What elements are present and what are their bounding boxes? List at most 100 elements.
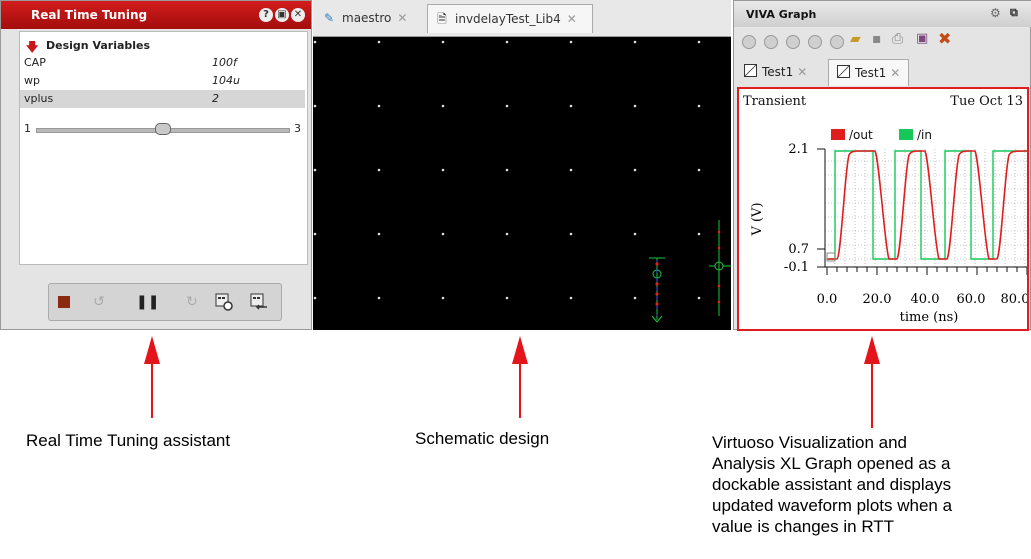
grid-dot (697, 40, 701, 44)
legend-in: /in (917, 128, 932, 142)
nav-icon[interactable] (742, 35, 756, 49)
schematic-window: ✎ maestro ✕ 🗎 invdelayTest_Lib4 ✕ (313, 0, 731, 330)
slider-handle[interactable] (155, 123, 171, 135)
grid-dot (697, 168, 701, 172)
xtick-label: 60.0 (957, 292, 986, 307)
help-icon[interactable]: ? (259, 8, 273, 22)
close-tab-icon[interactable]: ✕ (797, 65, 807, 79)
grid-dot (313, 104, 317, 108)
folder-icon[interactable]: ▰ (850, 31, 861, 47)
close-tab-icon[interactable]: ✕ (890, 66, 900, 80)
plot-title: Transient (743, 94, 807, 109)
schematic-grid (313, 40, 701, 300)
caption-viva: Virtuoso Visualization and Analysis XL G… (712, 433, 953, 536)
save-icon[interactable]: ▪ (872, 31, 882, 47)
grid-dot (441, 104, 445, 108)
plot-date: Tue Oct 13 (950, 94, 1023, 109)
xtick-label: 20.0 (863, 292, 892, 307)
rtt-title: Real Time Tuning (31, 8, 148, 22)
grid-dot (377, 232, 381, 236)
grid-dot (569, 168, 573, 172)
grid-dot (441, 40, 445, 44)
series-in-line (827, 150, 1027, 260)
grid-dot (441, 296, 445, 300)
grid-dot (569, 296, 573, 300)
grid-dot (377, 40, 381, 44)
float-icon[interactable]: ▣ (275, 8, 289, 22)
schematic-component (649, 220, 731, 323)
ytick-label: -0.1 (784, 260, 809, 275)
grid-dot (505, 296, 509, 300)
caption-schematic: Schematic design (415, 429, 550, 448)
variable-row-vplus[interactable]: vplus 2 (20, 90, 305, 108)
tab-maestro[interactable]: ✎ maestro ✕ (321, 4, 408, 32)
tab-test1[interactable]: Test1 ✕ (738, 59, 807, 85)
grid-dot (633, 104, 637, 108)
real-time-tuning-assistant: Real Time Tuning ? ▣ ✕ 🡇 Design Variable… (0, 0, 312, 330)
redo-icon[interactable]: ↻ (182, 292, 202, 312)
slider-min: 1 (24, 122, 31, 135)
grid-dot (505, 232, 509, 236)
grid-dot (505, 168, 509, 172)
grid-dot (633, 40, 637, 44)
variable-row-cap[interactable]: CAP 100f (20, 54, 305, 72)
variable-row-wp[interactable]: wp 104u (20, 72, 305, 90)
print-icon[interactable]: ⎙ (892, 31, 903, 47)
close-tab-icon[interactable]: ✕ (397, 11, 407, 25)
grid-dot (633, 296, 637, 300)
grid-dot (697, 232, 701, 236)
xtick-label: 0.0 (817, 292, 838, 307)
tab-test1-active[interactable]: Test1 ✕ (828, 59, 910, 86)
camera-icon[interactable]: ▣ (916, 31, 928, 46)
settings-icon[interactable]: ⚙ (990, 6, 1001, 20)
design-variables-list: 🡇 Design Variables CAP 100f wp 104u vplu… (19, 31, 308, 265)
grid-dot (441, 232, 445, 236)
pause-icon[interactable]: ❚❚ (136, 292, 159, 312)
close-tab-icon[interactable]: ✕ (567, 12, 577, 26)
delete-icon[interactable]: ✖ (938, 29, 951, 48)
grid-dot (697, 296, 701, 300)
float-icon[interactable]: ⧉ (1010, 6, 1018, 20)
grid-dot (441, 168, 445, 172)
legend-swatch-out (831, 129, 845, 140)
grid-dot (313, 296, 317, 300)
maestro-icon: ✎ (323, 11, 335, 25)
grid-dot (377, 296, 381, 300)
close-icon[interactable]: ✕ (291, 8, 305, 22)
series-out-line (827, 150, 1027, 260)
ytick-label: 0.7 (788, 242, 809, 257)
waveform-plot[interactable]: Transient Tue Oct 13 /out /in 2.1 0.7 -0… (737, 87, 1029, 331)
caption-rtt: Real Time Tuning assistant (26, 431, 231, 450)
plot-canvas[interactable]: Transient Tue Oct 13 /out /in 2.1 0.7 -0… (739, 89, 1027, 329)
undo-icon[interactable]: ↺ (89, 292, 109, 312)
nav-icon[interactable] (786, 35, 800, 49)
grid-dot (633, 232, 637, 236)
design-variables-header[interactable]: 🡇 Design Variables (20, 38, 305, 54)
grid-dot (313, 40, 317, 44)
nav-icon[interactable] (808, 35, 822, 49)
rtt-title-bar: Real Time Tuning ? ▣ ✕ (1, 1, 311, 29)
plot-gridlines (825, 149, 1027, 267)
vplus-slider[interactable]: 1 3 (24, 122, 304, 138)
legend-out: /out (849, 128, 873, 142)
tab-invdelaytest-lib4[interactable]: 🗎 invdelayTest_Lib4 ✕ (427, 4, 593, 33)
viva-title-bar: VIVA Graph ⚙ ⧉ (734, 1, 1031, 27)
graph-icon (837, 65, 850, 78)
restore-point-icon[interactable] (249, 292, 269, 312)
grid-dot (697, 104, 701, 108)
grid-dot (505, 40, 509, 44)
grid-dot (313, 168, 317, 172)
nav-icon[interactable] (764, 35, 778, 49)
x-axis-label: time (ns) (900, 310, 959, 325)
schematic-tab-bar: ✎ maestro ✕ 🗎 invdelayTest_Lib4 ✕ (313, 0, 731, 37)
slider-max: 3 (294, 122, 301, 135)
grid-dot (377, 104, 381, 108)
schematic-canvas[interactable] (313, 36, 731, 330)
grid-dot (569, 104, 573, 108)
stop-icon[interactable] (54, 292, 74, 312)
grid-dot (505, 104, 509, 108)
nav-icon[interactable] (830, 35, 844, 49)
legend-swatch-in (899, 129, 913, 140)
ytick-label: 2.1 (788, 142, 809, 157)
save-point-icon[interactable] (214, 292, 234, 312)
